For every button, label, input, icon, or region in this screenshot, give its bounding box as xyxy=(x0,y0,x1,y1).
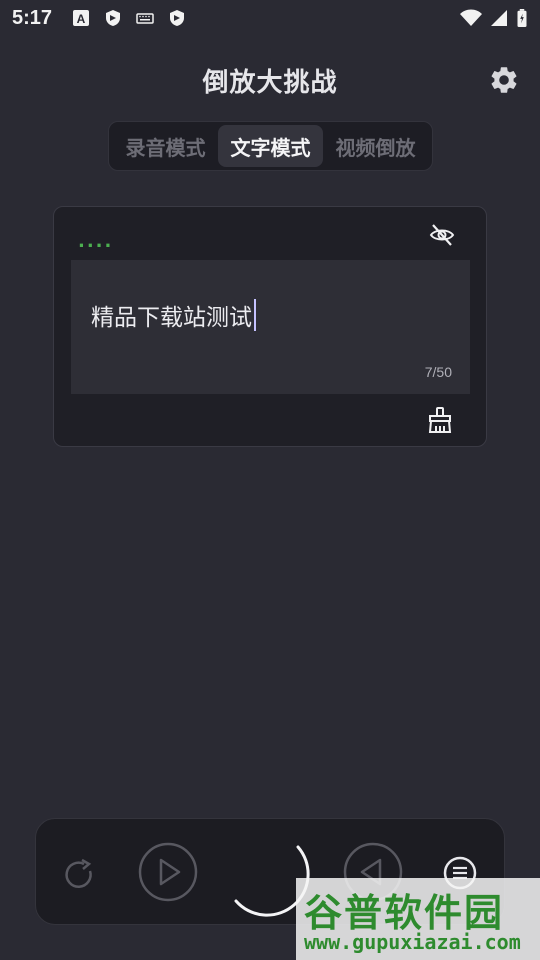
replay-icon[interactable] xyxy=(62,857,98,893)
tab-text-mode[interactable]: 文字模式 xyxy=(218,125,323,167)
status-time: 5:17 xyxy=(12,6,53,29)
tab-audio-mode[interactable]: 录音模式 xyxy=(113,125,218,167)
keyboard-icon xyxy=(136,13,154,24)
shield-icon xyxy=(170,10,185,26)
font-icon: A xyxy=(73,10,90,26)
watermark: 谷普软件园 www.gupuxiazai.com xyxy=(296,878,540,960)
broom-icon[interactable] xyxy=(426,406,454,434)
status-icons-right xyxy=(460,9,528,27)
wifi-icon xyxy=(460,9,482,26)
app-header: 倒放大挑战 xyxy=(0,56,540,104)
shield-icon xyxy=(106,10,121,26)
play-icon[interactable] xyxy=(137,841,199,903)
text-caret xyxy=(254,299,256,331)
eye-off-icon[interactable] xyxy=(428,221,456,249)
text-input-card: .... 精品下载站测试 7/50 xyxy=(53,206,487,447)
signal-icon xyxy=(491,10,507,26)
svg-text:A: A xyxy=(77,12,86,26)
character-counter: 7/50 xyxy=(424,364,452,380)
page-title: 倒放大挑战 xyxy=(202,67,338,98)
mode-tabs: 录音模式 文字模式 视频倒放 xyxy=(108,121,433,171)
text-input-value: 精品下载站测试 xyxy=(91,305,252,331)
status-dots: .... xyxy=(78,231,114,252)
battery-icon xyxy=(517,9,527,27)
watermark-brand: 谷普软件园 xyxy=(304,891,505,935)
text-input-field[interactable]: 精品下载站测试 xyxy=(91,298,256,332)
tab-video-reverse[interactable]: 视频倒放 xyxy=(323,125,428,167)
status-bar: 5:17 A xyxy=(0,0,540,36)
text-input-area[interactable]: 精品下载站测试 7/50 xyxy=(71,260,470,394)
status-icons-left: A xyxy=(72,9,186,27)
watermark-url: www.gupuxiazai.com xyxy=(304,930,521,954)
gear-icon[interactable] xyxy=(488,64,520,96)
